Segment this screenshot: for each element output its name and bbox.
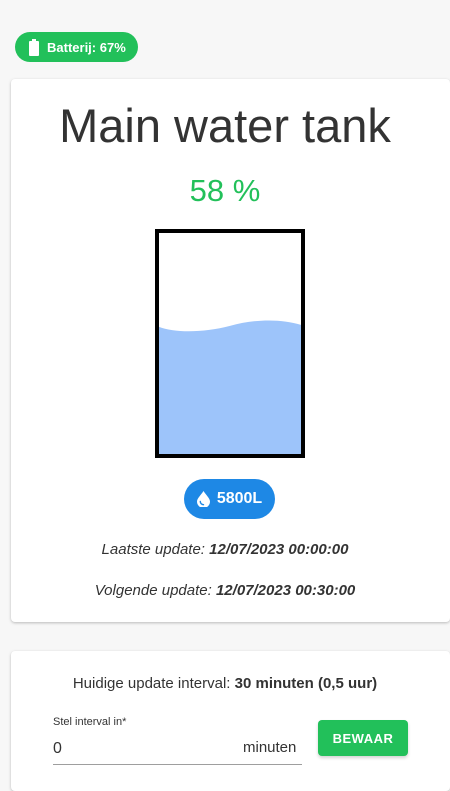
interval-input-underline [53,764,302,765]
current-interval-label: Huidige update interval: [72,675,231,692]
battery-label: Batterij: 67% [47,39,126,55]
battery-status-chip: Batterij: 67% [15,32,138,62]
last-update: Laatste update: 12/07/2023 00:00:00 [0,541,450,558]
current-interval-value: 30 minuten (0,5 uur) [234,675,378,692]
water-drop-icon [196,491,210,507]
interval-field-label: Stel interval in* [53,716,127,728]
interval-input[interactable] [53,737,243,761]
current-interval: Huidige update interval: 30 minuten (0,5… [0,675,450,692]
next-update: Volgende update: 12/07/2023 00:30:00 [0,582,450,599]
tank-visual [155,229,305,458]
fill-percentage: 58 % [189,173,261,208]
water-fill [159,320,301,454]
next-update-label: Volgende update: [94,582,212,599]
interval-unit-suffix: minuten [243,739,297,756]
volume-chip: 5800L [184,479,275,519]
next-update-value: 12/07/2023 00:30:00 [215,582,356,599]
tank-title: Main water tank [59,99,391,152]
battery-icon [29,38,39,56]
save-button[interactable]: BEWAAR [318,720,408,756]
last-update-value: 12/07/2023 00:00:00 [209,541,349,558]
last-update-label: Laatste update: [101,541,205,558]
volume-label: 5800L [216,490,263,507]
